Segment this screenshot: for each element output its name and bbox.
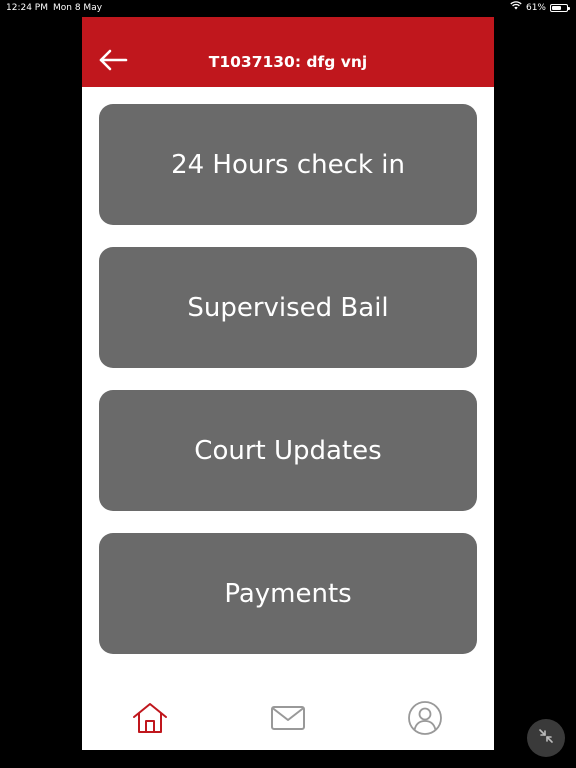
menu-item-supervised-bail[interactable]: Supervised Bail [99,247,477,368]
menu-item-payments[interactable]: Payments [99,533,477,654]
home-icon [132,702,168,738]
menu-item-24-hours-check-in[interactable]: 24 Hours check in [99,104,477,225]
battery-percent: 61% [525,3,546,13]
battery-fill [552,6,561,10]
profile-icon [407,700,443,740]
page-title: T1037130: dfg vnj [208,53,368,71]
tab-bar [82,692,494,750]
tab-home[interactable] [130,700,170,740]
wifi-icon [510,0,522,16]
tab-mail[interactable] [268,700,308,740]
back-button[interactable] [96,47,130,77]
mail-icon [270,704,306,736]
status-right: 61% [510,0,570,16]
battery-icon [550,4,570,12]
status-bar: 12:24 PM Mon 8 May 61% [0,0,576,16]
status-date: Mon 8 May [53,3,103,13]
tab-profile[interactable] [405,700,445,740]
collapse-arrows-icon [536,726,556,750]
collapse-button[interactable] [527,719,565,757]
status-time: 12:24 PM [6,3,48,13]
app-window: T1037130: dfg vnj 24 Hours check in Supe… [82,17,494,750]
arrow-left-icon [98,49,128,75]
app-header: T1037130: dfg vnj [82,17,494,87]
menu-item-court-updates[interactable]: Court Updates [99,390,477,511]
